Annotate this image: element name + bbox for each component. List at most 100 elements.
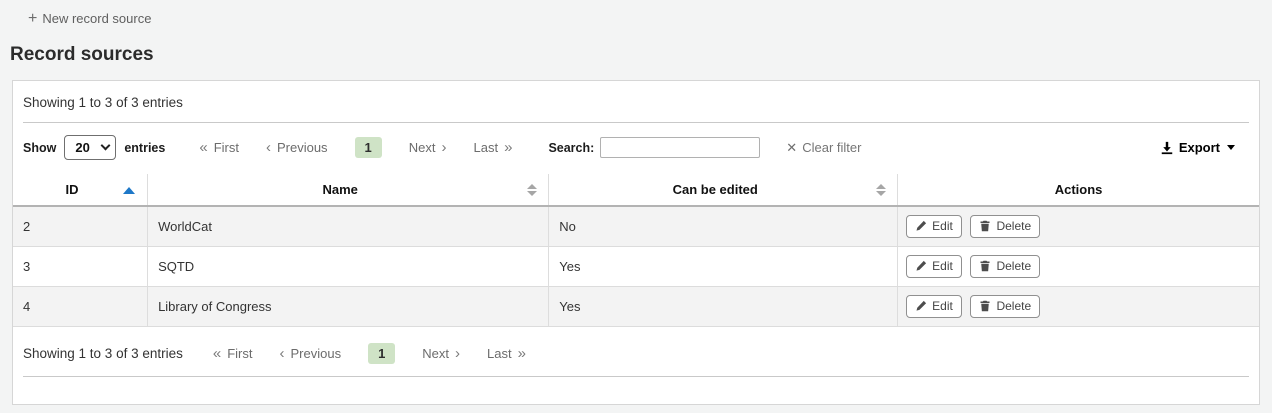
pencil-icon [915,260,927,272]
clear-filter-label: Clear filter [802,140,861,155]
pagination-last-label: Last [474,140,499,155]
panel-footer-space [13,377,1259,404]
cell-actions: Edit Delete [898,247,1259,287]
pagination-first-button[interactable]: « First [213,346,253,361]
sort-ascending-icon [123,187,135,194]
delete-button[interactable]: Delete [970,255,1040,278]
cell-actions: Edit Delete [898,206,1259,247]
pagination-previous-label: Previous [277,140,328,155]
pagination-top: « First ‹ Previous 1 Next › Last » [199,137,512,158]
cell-id: 3 [13,247,148,287]
delete-button[interactable]: Delete [970,215,1040,238]
trash-icon [979,220,991,232]
pagination-previous-button[interactable]: ‹ Previous [266,140,328,155]
pagination-next-button[interactable]: Next › [409,140,447,155]
cell-name: Library of Congress [148,287,549,327]
cell-id: 4 [13,287,148,327]
record-sources-panel: Showing 1 to 3 of 3 entries Show 20 entr… [12,80,1260,405]
pagination-previous-label: Previous [290,346,341,361]
sort-both-icon [876,184,886,196]
pagination-first-label: First [214,140,239,155]
column-header-actions: Actions [898,174,1259,206]
edit-button-label: Edit [932,219,953,233]
pagination-last-button[interactable]: Last » [474,140,513,155]
cell-can-be-edited: Yes [549,247,898,287]
pagination-first-label: First [227,346,252,361]
cell-name: WorldCat [148,206,549,247]
pagination-first-button[interactable]: « First [199,140,239,155]
show-label: Show [23,141,56,155]
chevron-left-icon: ‹ [279,348,284,360]
pagination-current-page[interactable]: 1 [368,343,395,364]
pagination-bottom: « First ‹ Previous 1 Next › Last » [213,343,526,364]
pencil-icon [915,300,927,312]
trash-icon [979,260,991,272]
chevron-double-left-icon: « [213,348,221,360]
column-header-can-be-edited[interactable]: Can be edited [549,174,898,206]
pagination-last-label: Last [487,346,512,361]
cell-name: SQTD [148,247,549,287]
pagination-next-button[interactable]: Next › [422,346,460,361]
edit-button[interactable]: Edit [906,255,962,278]
pagination-previous-button[interactable]: ‹ Previous [279,346,341,361]
table-header-row: ID Name Can be edited Actions [13,174,1259,206]
edit-button-label: Edit [932,299,953,313]
chevron-right-icon: › [442,142,447,154]
entries-label: entries [124,141,165,155]
export-label: Export [1179,140,1220,155]
plus-icon: + [28,12,37,25]
search-label: Search: [548,141,594,155]
table-row: 4 Library of Congress Yes Edit Delete [13,287,1259,327]
pagination-next-label: Next [409,140,436,155]
sort-both-icon [527,184,537,196]
column-label-name: Name [322,182,357,197]
table-info-top: Showing 1 to 3 of 3 entries [13,81,1259,122]
delete-button-label: Delete [996,259,1031,273]
delete-button-label: Delete [996,219,1031,233]
column-header-name[interactable]: Name [148,174,549,206]
download-icon [1160,141,1174,155]
entries-select[interactable]: 20 [64,135,116,160]
entries-select-wrap: 20 [64,135,116,160]
pencil-icon [915,220,927,232]
chevron-double-right-icon: » [504,142,512,154]
column-label-actions: Actions [1055,182,1103,197]
column-label-can-be-edited: Can be edited [673,182,758,197]
table-row: 2 WorldCat No Edit Delete [13,206,1259,247]
new-record-source-label: New record source [42,11,151,26]
chevron-left-icon: ‹ [266,142,271,154]
chevron-right-icon: › [455,348,460,360]
chevron-double-right-icon: » [518,348,526,360]
record-sources-table: ID Name Can be edited Actions [13,174,1259,327]
caret-down-icon [1227,145,1235,150]
chevron-double-left-icon: « [199,142,207,154]
new-record-source-button[interactable]: + New record source [28,11,151,26]
table-row: 3 SQTD Yes Edit Delete [13,247,1259,287]
clear-filter-button[interactable]: ✕ Clear filter [786,140,861,156]
column-header-id[interactable]: ID [13,174,148,206]
cell-actions: Edit Delete [898,287,1259,327]
edit-button[interactable]: Edit [906,295,962,318]
table-info-bottom: Showing 1 to 3 of 3 entries [23,346,183,361]
page-title: Record sources [10,43,1272,67]
pagination-current-page[interactable]: 1 [355,137,382,158]
search-input[interactable] [600,137,760,158]
pagination-next-label: Next [422,346,449,361]
delete-button-label: Delete [996,299,1031,313]
table-footer: Showing 1 to 3 of 3 entries « First ‹ Pr… [13,327,1259,376]
edit-button-label: Edit [932,259,953,273]
toolbar: + New record source [0,0,1272,30]
trash-icon [979,300,991,312]
record-sources-page: + New record source Record sources Showi… [0,0,1272,413]
cell-id: 2 [13,206,148,247]
x-icon: ✕ [786,140,797,156]
delete-button[interactable]: Delete [970,295,1040,318]
edit-button[interactable]: Edit [906,215,962,238]
pagination-last-button[interactable]: Last » [487,346,526,361]
cell-can-be-edited: Yes [549,287,898,327]
column-label-id: ID [66,182,79,197]
cell-can-be-edited: No [549,206,898,247]
search-wrap: Search: [548,137,760,158]
export-button[interactable]: Export [1160,140,1235,155]
table-controls: Show 20 entries « First ‹ Previous 1 [13,123,1259,171]
